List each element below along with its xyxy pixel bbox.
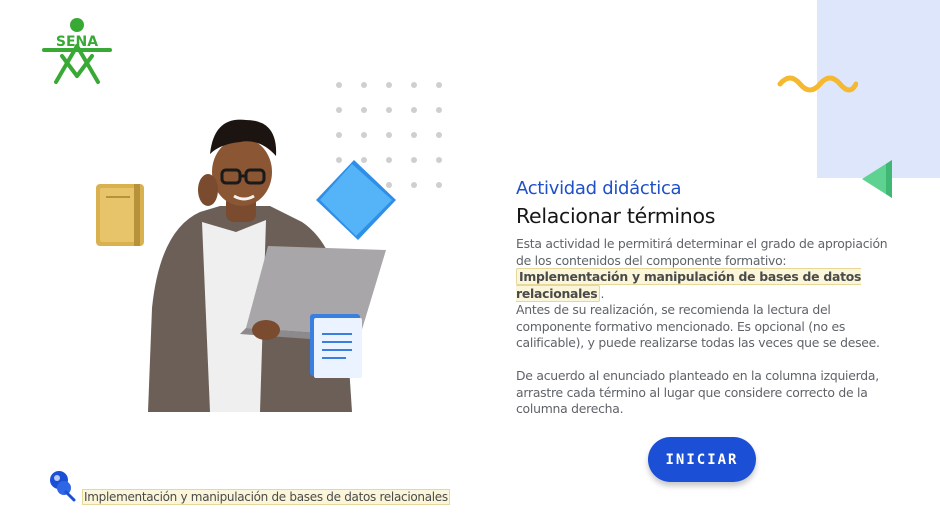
intro-paragraph: Esta actividad le permitirá determinar e… — [516, 236, 888, 302]
document-icon — [310, 314, 362, 378]
intro-text-end: . — [600, 285, 605, 301]
student-laptop-illustration — [96, 119, 396, 412]
component-label: Implementación y manipulación de bases d… — [82, 489, 450, 505]
start-button[interactable]: INICIAR — [648, 437, 756, 482]
recommendation-paragraph: Antes de su realización, se recomienda l… — [516, 302, 880, 350]
sena-logo-icon: SENA — [42, 18, 112, 84]
book-icon — [96, 184, 144, 246]
component-highlight: Implementación y manipulación de bases d… — [516, 268, 862, 302]
intro-text: Esta actividad le permitirá determinar e… — [516, 236, 888, 268]
triangle-decoration — [862, 160, 892, 198]
pin-icon — [50, 471, 76, 502]
instructions-paragraph: De acuerdo al enunciado planteado en la … — [516, 368, 879, 416]
activity-subtitle: Actividad didáctica — [516, 178, 682, 199]
wave-decoration — [777, 75, 858, 93]
page-title: Relacionar términos — [516, 204, 716, 228]
folder-icon — [316, 160, 396, 240]
